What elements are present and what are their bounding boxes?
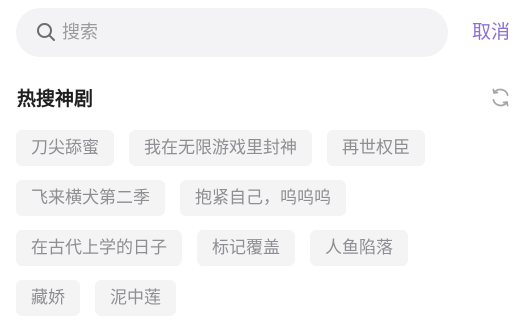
- hot-tag[interactable]: 飞来横犬第二季: [16, 180, 165, 216]
- cancel-button[interactable]: 取消: [472, 8, 510, 57]
- hot-tags: 刀尖舔蜜 我在无限游戏里封神 再世权臣 飞来横犬第二季 抱紧自己，呜呜呜 在古代…: [16, 130, 516, 323]
- hot-tag[interactable]: 刀尖舔蜜: [16, 130, 114, 166]
- refresh-icon[interactable]: [489, 86, 512, 109]
- hot-tag[interactable]: 藏娇: [16, 280, 80, 316]
- hot-tag[interactable]: 再世权臣: [327, 130, 425, 166]
- tag-row: 刀尖舔蜜 我在无限游戏里封神 再世权臣: [16, 130, 516, 166]
- hot-tag[interactable]: 标记覆盖: [197, 230, 295, 266]
- tag-row: 飞来横犬第二季 抱紧自己，呜呜呜: [16, 180, 516, 216]
- search-page: 取消 热搜神剧 刀尖舔蜜 我在无限游戏里封神 再世权臣 飞来横犬第二季 抱紧自己…: [0, 0, 528, 323]
- tag-row: 在古代上学的日子 标记覆盖 人鱼陷落: [16, 230, 516, 266]
- section-title: 热搜神剧: [17, 88, 94, 110]
- search-box[interactable]: [16, 8, 448, 57]
- search-input[interactable]: [62, 8, 432, 57]
- search-icon: [37, 23, 55, 41]
- hot-tag[interactable]: 泥中莲: [95, 280, 176, 316]
- hot-tag[interactable]: 我在无限游戏里封神: [129, 130, 312, 166]
- hot-tag[interactable]: 人鱼陷落: [310, 230, 408, 266]
- hot-tag[interactable]: 抱紧自己，呜呜呜: [180, 180, 346, 216]
- search-bar: 取消: [16, 8, 516, 57]
- tag-row: 藏娇 泥中莲: [16, 280, 516, 316]
- hot-tag[interactable]: 在古代上学的日子: [16, 230, 182, 266]
